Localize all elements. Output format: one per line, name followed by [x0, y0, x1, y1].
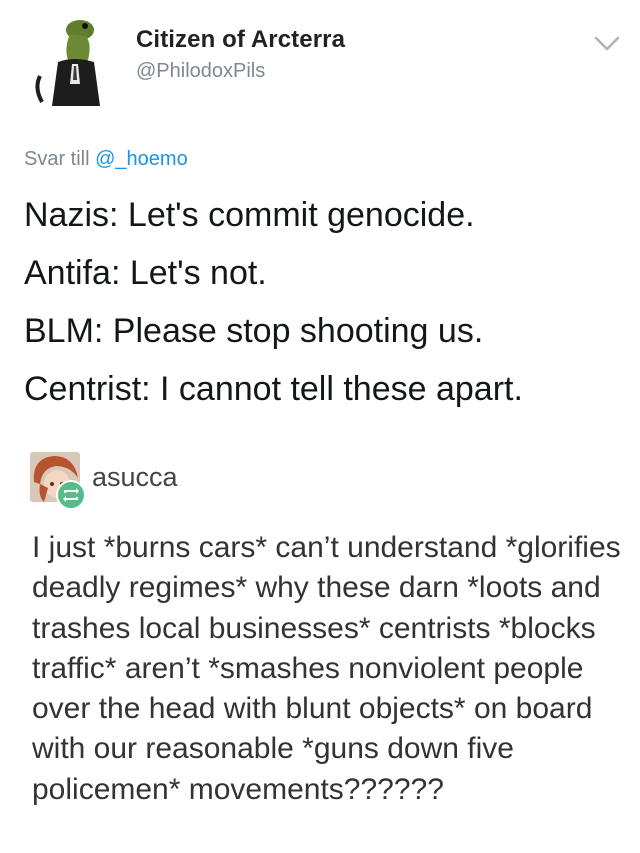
tweet-line: Centrist: I cannot tell these apart. [24, 370, 523, 408]
lizard-avatar-icon[interactable] [34, 14, 112, 106]
author-handle[interactable]: @PhilodoxPils [136, 60, 265, 83]
chevron-down-icon[interactable] [593, 34, 621, 54]
reply-mention-link[interactable]: @_hoemo [95, 148, 188, 170]
reply-prefix: Svar till [24, 148, 96, 170]
tweet-line: Antifa: Let's not. [24, 254, 267, 292]
tweet-text: Nazis: Let's commit genocide. Antifa: Le… [24, 186, 523, 418]
reblog-text: I just *burns cars* can’t understand *gl… [32, 531, 621, 806]
tweet-line: Nazis: Let's commit genocide. [24, 196, 475, 234]
reply-context: Svar till @_hoemo [24, 148, 188, 171]
tweet-line: BLM: Please stop shooting us. [24, 312, 484, 350]
reblog-icon [56, 480, 86, 510]
tweet-card: Citizen of Arcterra @PhilodoxPils Svar t… [0, 0, 640, 440]
reblog-username[interactable]: asucca [92, 462, 178, 493]
author-name[interactable]: Citizen of Arcterra [136, 26, 345, 54]
reblog-post: asucca I just *burns cars* can’t underst… [0, 440, 640, 853]
